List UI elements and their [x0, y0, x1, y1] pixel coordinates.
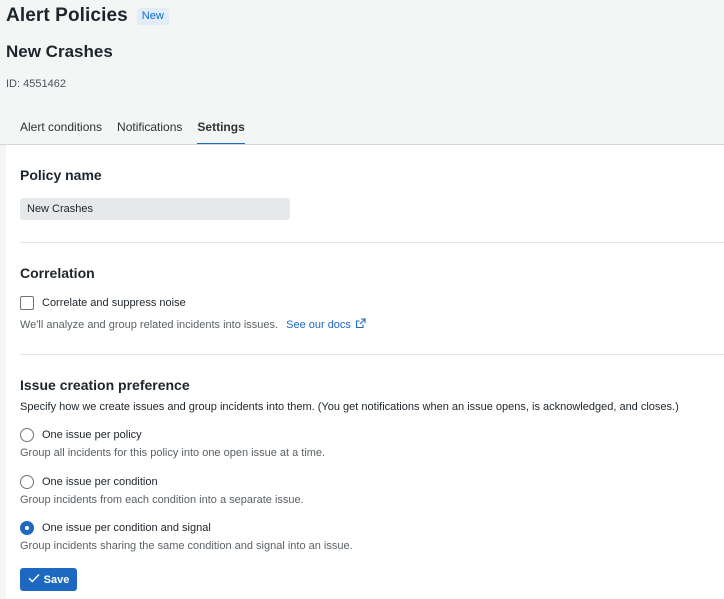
page-header: Alert Policies New New Crashes ID: 45514…: [0, 0, 724, 145]
radio-option-per-condition-and-signal[interactable]: One issue per condition and signal: [20, 521, 211, 535]
issue-creation-description: Specify how we create issues and group i…: [20, 401, 679, 413]
radio-button[interactable]: [20, 428, 34, 442]
section-divider: [20, 242, 724, 243]
policy-name-input[interactable]: [20, 198, 290, 220]
correlate-checkbox-label[interactable]: Correlate and suppress noise: [42, 297, 186, 309]
radio-label[interactable]: One issue per condition: [42, 476, 158, 488]
radio-button[interactable]: [20, 475, 34, 489]
checkmark-icon: [28, 573, 40, 586]
save-button[interactable]: Save: [20, 568, 77, 591]
correlation-heading: Correlation: [20, 265, 95, 281]
radio-option-per-policy[interactable]: One issue per policy: [20, 428, 142, 442]
correlation-help-text: We'll analyze and group related incident…: [20, 319, 279, 331]
correlate-checkbox-row[interactable]: Correlate and suppress noise: [20, 296, 186, 310]
see-docs-link-label[interactable]: See our docs: [286, 319, 351, 331]
radio-help-text: Group incidents sharing the same conditi…: [20, 540, 353, 552]
new-badge: New: [136, 7, 169, 25]
save-button-label[interactable]: Save: [44, 574, 70, 586]
see-docs-link[interactable]: See our docs: [286, 318, 366, 332]
tab-bar: Alert conditions Notifications Settings: [20, 120, 260, 145]
external-link-icon[interactable]: [355, 318, 366, 332]
app-title: Alert Policies: [6, 5, 128, 26]
radio-option-per-condition[interactable]: One issue per condition: [20, 475, 158, 489]
radio-label[interactable]: One issue per policy: [42, 429, 142, 441]
radio-help-text: Group all incidents for this policy into…: [20, 447, 326, 459]
radio-help-text: Group incidents from each condition into…: [20, 494, 304, 506]
radio-label[interactable]: One issue per condition and signal: [42, 522, 211, 534]
tab-alert-conditions[interactable]: Alert conditions: [20, 120, 102, 145]
correlation-help: We'll analyze and group related incident…: [20, 318, 366, 332]
tab-settings[interactable]: Settings: [197, 120, 246, 145]
settings-panel: Policy name Correlation Correlate and su…: [6, 145, 724, 599]
tab-notifications[interactable]: Notifications: [117, 120, 182, 145]
correlate-checkbox[interactable]: [20, 296, 34, 310]
title-row: Alert Policies New: [6, 5, 169, 27]
policy-title: New Crashes: [6, 42, 113, 61]
policy-name-heading: Policy name: [20, 167, 102, 183]
section-divider: [20, 354, 724, 355]
radio-button-selected[interactable]: [20, 521, 34, 535]
policy-id: ID: 4551462: [6, 78, 66, 90]
issue-creation-heading: Issue creation preference: [20, 377, 190, 393]
